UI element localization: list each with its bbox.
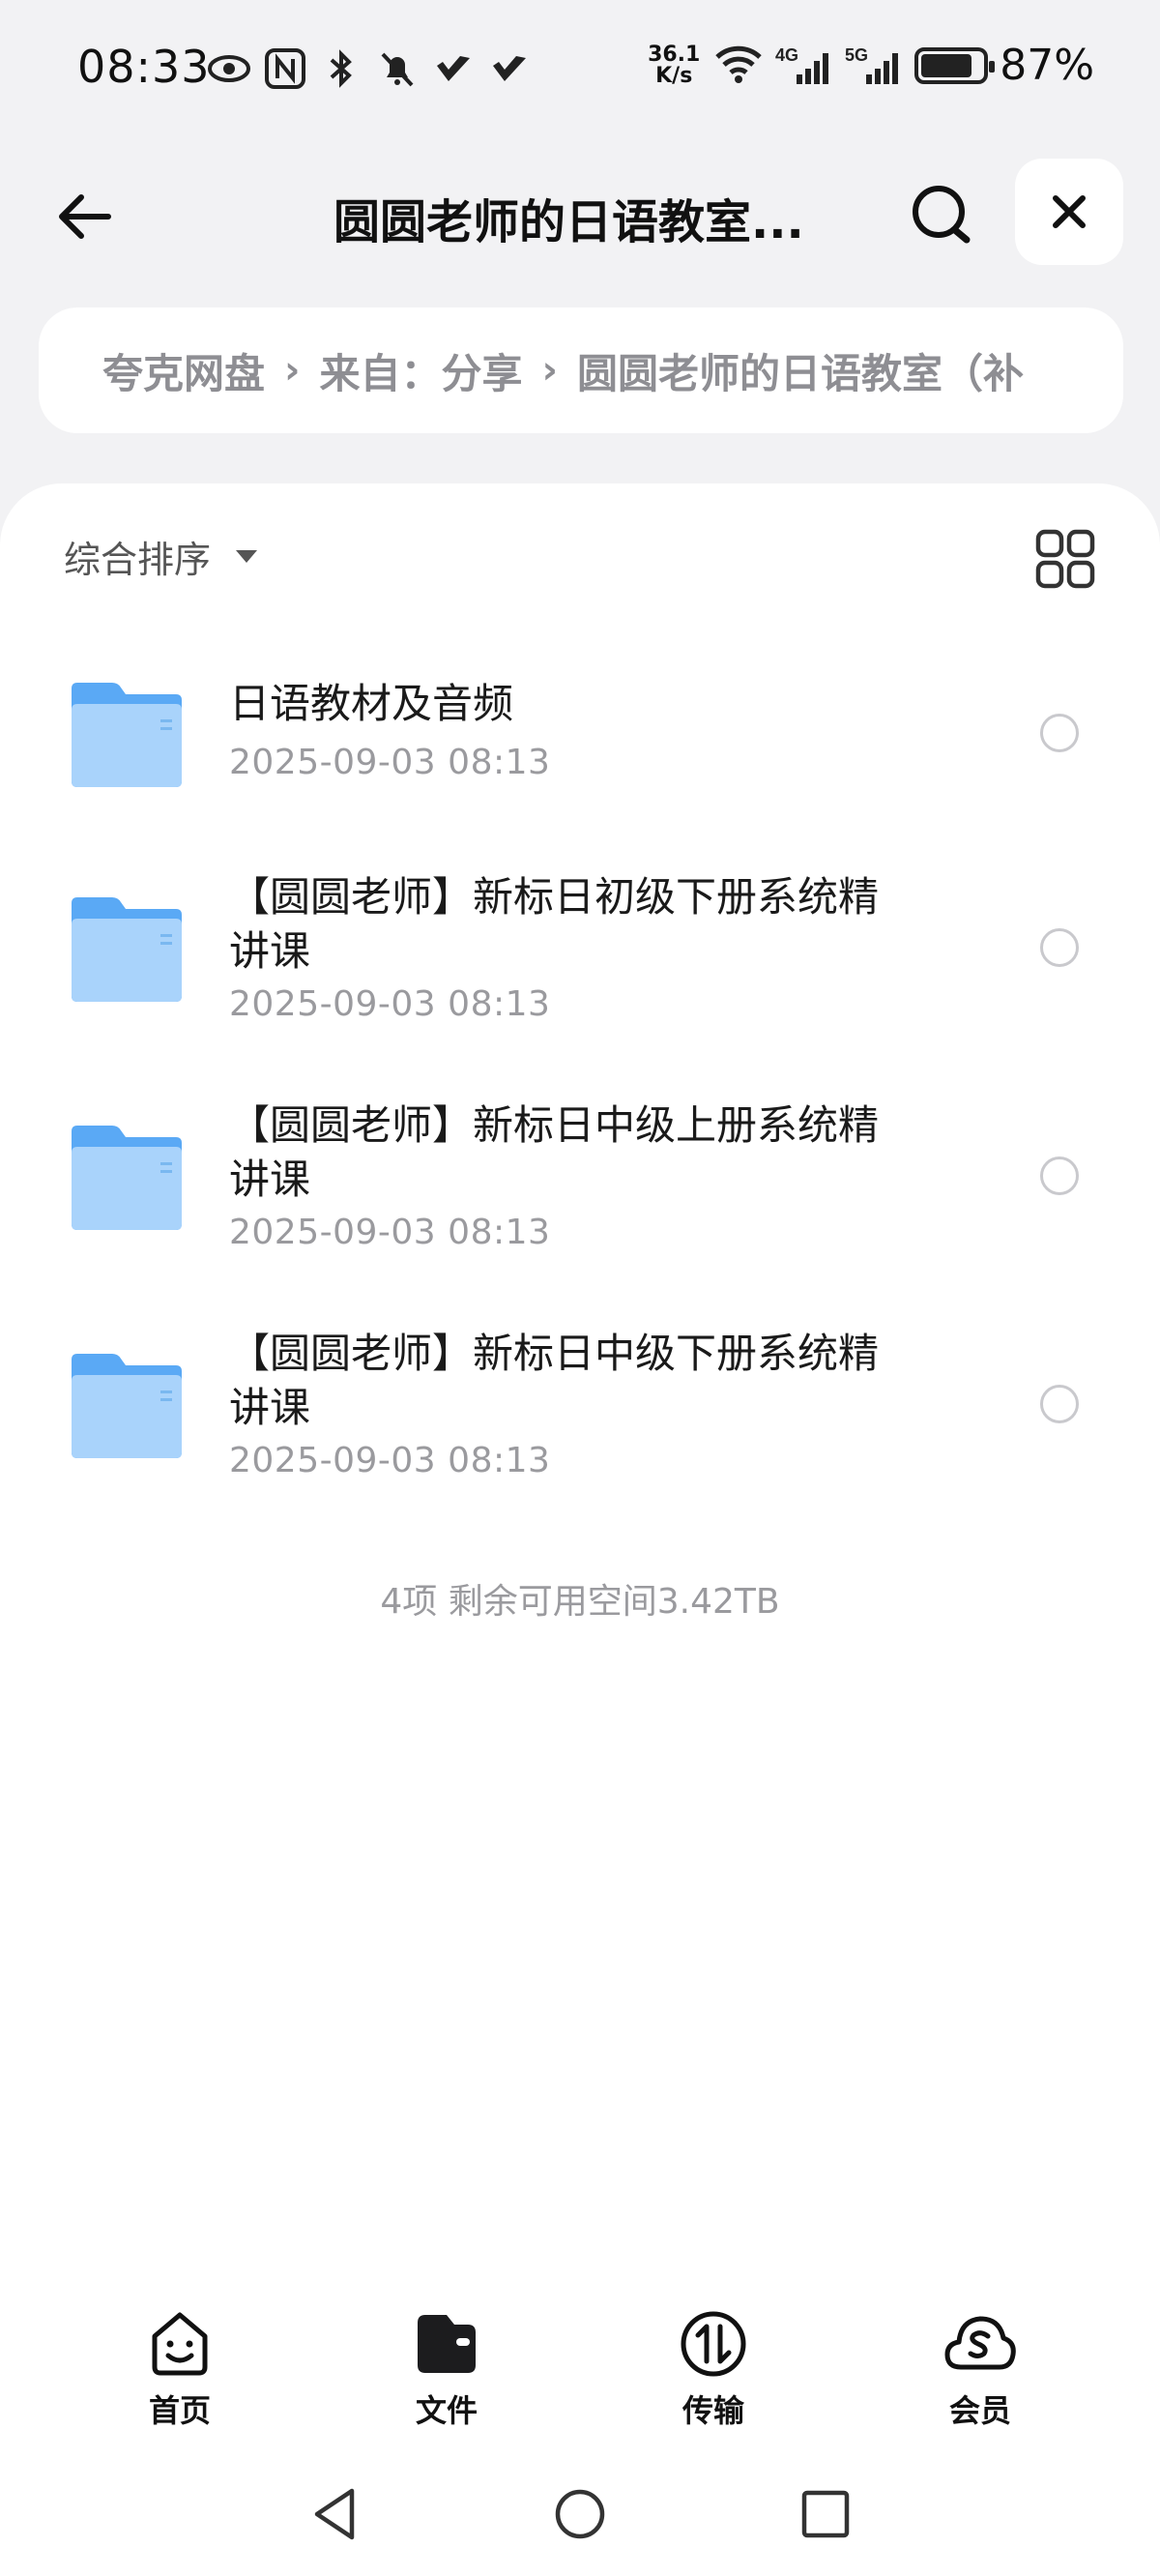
file-list-panel: 综合排序 日语教材及音频 2025-09-03 08:13 【圆圆老师】新标日初… [0, 483, 1160, 2576]
network-speed: 36.1 K/s [646, 44, 702, 87]
system-nav-bar [0, 2475, 1160, 2553]
cloud-s-icon [944, 2316, 1016, 2370]
folder-wallet-icon [418, 2315, 476, 2373]
select-radio[interactable] [1040, 714, 1079, 752]
select-radio[interactable] [1040, 928, 1079, 967]
folder-icon [72, 683, 182, 787]
app-notify-icon [487, 46, 532, 91]
nav-label: 文件 [415, 2392, 478, 2429]
file-date: 2025-09-03 08:13 [229, 1213, 551, 1252]
square-recents-icon [801, 2490, 850, 2538]
breadcrumb-item-current[interactable]: 圆圆老师的日语教室（补 [577, 341, 1024, 400]
nav-label: 首页 [148, 2392, 211, 2429]
breadcrumb-separator: › [541, 348, 558, 393]
speed-value: 36.1 [648, 42, 701, 67]
select-radio[interactable] [1040, 1156, 1079, 1195]
bluetooth-icon [319, 46, 363, 91]
folder-icon [72, 1354, 182, 1458]
list-item[interactable]: 日语教材及音频 2025-09-03 08:13 [0, 638, 1160, 832]
signal-4g-icon: 4G [775, 44, 833, 88]
folder-icon [72, 1126, 182, 1230]
status-icons-right: 36.1 K/s 4G 5G 87% [646, 41, 1094, 90]
file-date: 2025-09-03 08:13 [229, 984, 551, 1024]
folder-icon [72, 897, 182, 1002]
status-time: 08:33 [77, 41, 211, 93]
select-radio[interactable] [1040, 1385, 1079, 1423]
search-button[interactable] [901, 174, 982, 255]
nav-label: 传输 [682, 2392, 744, 2429]
signal-5g-icon: 5G [845, 44, 903, 88]
svg-text:5G: 5G [845, 45, 868, 65]
triangle-back-icon [314, 2488, 355, 2540]
header: 圆圆老师的日语教室... [0, 155, 1160, 271]
status-icons-left [207, 46, 532, 91]
transfer-icon [681, 2311, 746, 2377]
nav-home[interactable]: 首页 [112, 2305, 247, 2431]
sort-dropdown[interactable]: 综合排序 [64, 530, 258, 583]
file-name: 【圆圆老师】新标日中级上册系统精讲课 [229, 1101, 880, 1203]
eye-icon [207, 46, 251, 91]
close-button[interactable] [1015, 159, 1123, 265]
mute-bell-icon [375, 46, 420, 91]
speed-unit: K/s [655, 63, 693, 88]
app-screen: 08:33 36.1 K/s 4G 5G 87% 圆圆老师的日语教室... 夸克… [0, 0, 1160, 2576]
list-item[interactable]: 【圆圆老师】新标日初级下册系统精讲课 2025-09-03 08:13 [0, 832, 1160, 1060]
sort-label: 综合排序 [64, 539, 212, 581]
list-item[interactable]: 【圆圆老师】新标日中级上册系统精讲课 2025-09-03 08:13 [0, 1060, 1160, 1288]
file-date: 2025-09-03 08:13 [229, 743, 551, 782]
caret-down-icon [236, 550, 258, 563]
system-home-button[interactable] [541, 2475, 619, 2553]
file-date: 2025-09-03 08:13 [229, 1441, 551, 1480]
battery-icon [914, 46, 996, 84]
back-button[interactable] [46, 178, 124, 255]
system-recents-button[interactable] [787, 2475, 864, 2553]
search-icon [913, 186, 971, 244]
list-item[interactable]: 【圆圆老师】新标日中级下册系统精讲课 2025-09-03 08:13 [0, 1288, 1160, 1516]
nfc-icon [263, 46, 307, 91]
file-name: 【圆圆老师】新标日初级下册系统精讲课 [229, 873, 880, 975]
home-face-icon [152, 2312, 208, 2376]
nav-transfer[interactable]: 传输 [646, 2305, 781, 2431]
file-name: 日语教材及音频 [229, 680, 514, 727]
breadcrumb-separator: › [284, 348, 301, 393]
grid-view-icon [1035, 529, 1095, 589]
circle-home-icon [555, 2489, 605, 2539]
app-notify-icon [431, 46, 476, 91]
arrow-left-icon [59, 194, 111, 239]
breadcrumb-item-share[interactable]: 来自：分享 [320, 341, 523, 400]
grid-view-button[interactable] [1032, 526, 1098, 592]
nav-member[interactable]: 会员 [913, 2305, 1048, 2431]
system-back-button[interactable] [296, 2475, 373, 2553]
file-name: 【圆圆老师】新标日中级下册系统精讲课 [229, 1330, 880, 1431]
nav-label: 会员 [948, 2392, 1011, 2429]
status-bar: 08:33 36.1 K/s 4G 5G 87% [0, 0, 1160, 145]
wifi-icon [713, 42, 764, 90]
breadcrumb: 夸克网盘 › 来自：分享 › 圆圆老师的日语教室（补 [39, 307, 1123, 433]
svg-text:4G: 4G [775, 45, 798, 65]
battery-level: 87% [1000, 41, 1094, 90]
close-icon [1053, 195, 1086, 228]
bottom-nav: 首页 文件 传输 会员 [0, 2292, 1160, 2437]
storage-summary: 4项 剩余可用空间3.42TB [380, 1582, 780, 1622]
breadcrumb-item-root[interactable]: 夸克网盘 [102, 341, 265, 400]
page-title: 圆圆老师的日语教室... [334, 195, 804, 249]
nav-files[interactable]: 文件 [379, 2305, 514, 2431]
battery-fill [921, 53, 972, 77]
